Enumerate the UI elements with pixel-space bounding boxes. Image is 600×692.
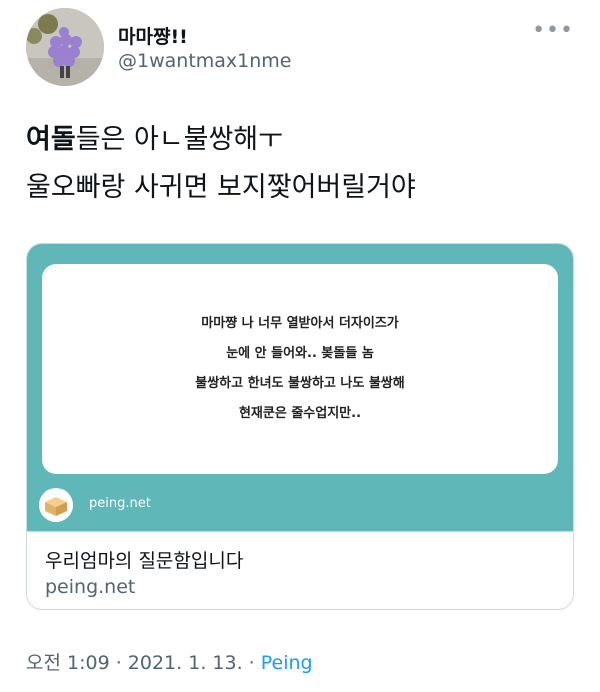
tweet-meta: 오전 1:09 · 2021. 1. 13. · Peing	[26, 648, 313, 675]
more-horizontal-icon[interactable]: •••	[532, 18, 574, 43]
question-line: 불쌍하고 한녀도 불쌍하고 나도 불쌍해	[195, 376, 405, 391]
avatar[interactable]	[26, 8, 104, 86]
card-title: 우리엄마의 질문함입니다	[45, 550, 244, 572]
user-handle[interactable]: @1wantmax1nme	[118, 50, 292, 72]
tweet-bold-text: 여돌	[26, 124, 76, 155]
meta-separator: ·	[242, 652, 261, 674]
tweet-text: 여돌들은 아ㄴ불쌍해ㅜ 울오빠랑 사귀면 보지짳어버릴거야	[26, 116, 586, 212]
avatar-image	[26, 8, 104, 86]
question-line: 눈에 안 들어와.. 봊돌들 놈	[226, 346, 374, 361]
tweet-line-2: 울오빠랑 사귀면 보지짳어버릴거야	[26, 172, 416, 203]
question-line: 마마쨩 나 너무 열받아서 더자이즈가	[201, 316, 399, 331]
tweet-source-link[interactable]: Peing	[261, 652, 313, 674]
display-name[interactable]: 마마쨩!!	[118, 22, 188, 49]
tweet-header: 마마쨩!! @1wantmax1nme •••	[0, 0, 600, 100]
card-image: 마마쨩 나 너무 열받아서 더자이즈가 눈에 안 들어와.. 봊돌들 놈 불쌍하…	[27, 244, 573, 531]
question-box: 마마쨩 나 너무 열받아서 더자이즈가 눈에 안 들어와.. 봊돌들 놈 불쌍하…	[42, 264, 558, 474]
meta-separator: ·	[109, 652, 128, 674]
tweet-date[interactable]: 2021. 1. 13.	[128, 652, 243, 674]
link-card[interactable]: 마마쨩 나 너무 열받아서 더자이즈가 눈에 안 들어와.. 봊돌들 놈 불쌍하…	[26, 243, 574, 610]
card-domain: peing.net	[45, 576, 136, 598]
question-line: 현재쿤은 줄수업지만..	[238, 406, 362, 421]
card-image-site: peing.net	[89, 496, 151, 511]
tweet-line-1: 여돌들은 아ㄴ불쌍해ㅜ	[26, 116, 586, 164]
peing-box-icon	[39, 488, 73, 522]
tweet-text-rest: 들은 아ㄴ불쌍해ㅜ	[75, 124, 283, 155]
tweet-time[interactable]: 오전 1:09	[26, 652, 110, 674]
card-info: 우리엄마의 질문함입니다 peing.net	[27, 531, 573, 609]
